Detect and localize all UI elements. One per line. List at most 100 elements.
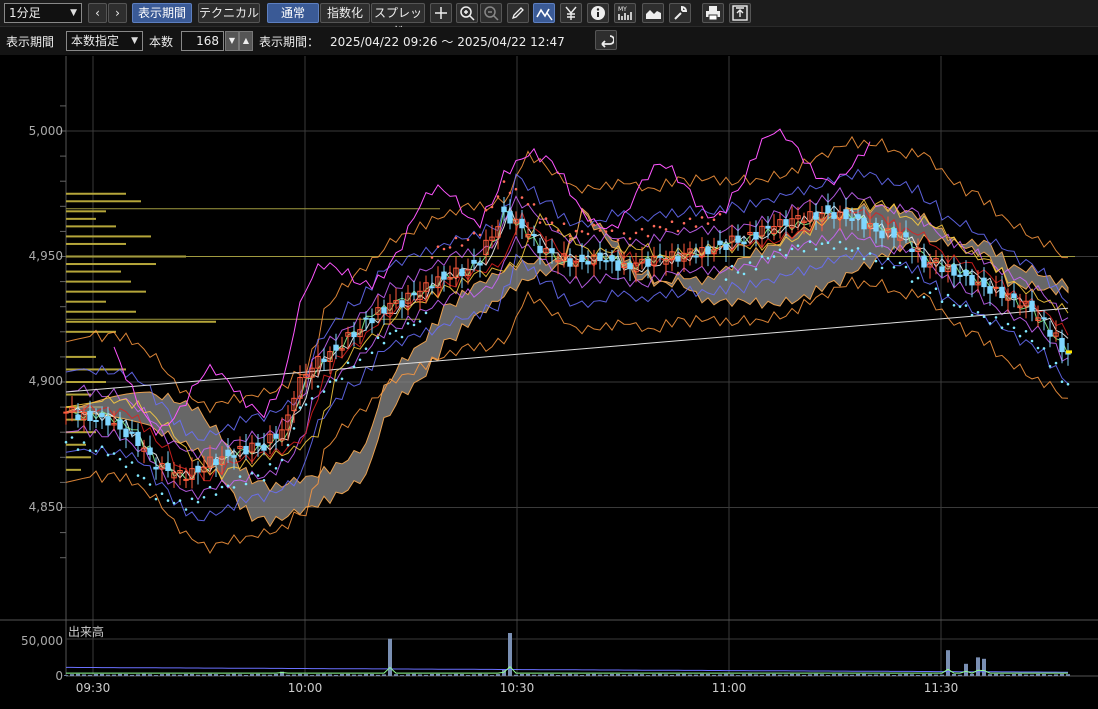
volume-bar — [1000, 674, 1004, 676]
profile-bar — [66, 263, 156, 266]
sar-dot — [766, 257, 770, 260]
volume-bar — [814, 673, 818, 676]
period-button[interactable]: 表示期間 — [132, 3, 192, 23]
candle-body — [579, 254, 585, 263]
sar-dot — [862, 257, 866, 261]
sar-dot — [688, 217, 692, 221]
volume-bar — [190, 673, 194, 676]
sar-dot — [442, 247, 446, 251]
area-chart-button[interactable] — [642, 3, 664, 23]
my-chart-icon: MY — [618, 6, 632, 20]
candle-body — [999, 286, 1005, 299]
crosshair-button[interactable] — [430, 3, 452, 23]
volume-bar — [676, 674, 680, 676]
count-increment-button[interactable]: ▲ — [239, 31, 253, 51]
settings-button[interactable] — [669, 3, 691, 23]
volume-tick-label: 50,000 — [21, 634, 63, 648]
candle-body — [765, 225, 771, 229]
sar-dot — [1006, 322, 1010, 326]
profile-bar — [66, 242, 126, 245]
candle-body — [657, 255, 663, 258]
reset-range-button[interactable] — [595, 30, 617, 50]
volume-bar — [1042, 674, 1046, 676]
volume-bar — [118, 673, 122, 676]
print-button[interactable] — [702, 3, 724, 23]
volume-bar — [172, 674, 176, 676]
sar-dot — [454, 236, 458, 240]
sar-dot — [868, 252, 872, 255]
prev-button[interactable]: ‹ — [88, 3, 107, 23]
price-chart[interactable]: 5,000 4,950 4,900 4,850 出来高 50,000 0 09:… — [0, 56, 1098, 709]
candle-body — [645, 258, 651, 267]
normal-button[interactable]: 通常 — [267, 3, 319, 23]
volume-bar — [364, 673, 368, 676]
volume-bar — [70, 674, 74, 676]
volume-bar — [952, 673, 956, 676]
candle-body — [627, 263, 633, 270]
volume-bar — [820, 674, 824, 676]
sar-dot — [970, 313, 974, 317]
volume-bar — [406, 674, 410, 676]
volume-bar — [274, 673, 278, 676]
sar-dot — [1042, 347, 1046, 350]
sar-dot — [208, 485, 212, 489]
bollinger-lower-line — [65, 276, 1069, 554]
period-mode-select[interactable]: 本数指定 ▼ — [66, 31, 143, 51]
profile-bar — [66, 280, 131, 283]
volume-bar — [376, 674, 380, 676]
export-button[interactable] — [729, 3, 751, 23]
yen-button[interactable] — [560, 3, 582, 23]
candle-body — [585, 261, 591, 265]
zoom-out-button[interactable] — [480, 3, 502, 23]
sar-dot — [958, 305, 962, 308]
sar-dot — [1012, 326, 1016, 330]
sar-dot — [292, 427, 296, 430]
candle-body — [429, 286, 435, 289]
interval-select[interactable]: 1分足 ▼ — [4, 3, 82, 23]
volume-bar — [778, 674, 782, 676]
profile-bar — [66, 217, 96, 220]
volume-bar — [970, 673, 974, 676]
sar-dot — [844, 247, 848, 250]
volume-ma-line — [66, 666, 1068, 673]
next-button[interactable]: › — [108, 3, 127, 23]
volume-bar — [292, 674, 296, 676]
volume-bar — [160, 674, 164, 676]
volume-bar — [454, 673, 458, 676]
candle-body — [861, 217, 867, 230]
range-value: 2025/04/22 09:26 ～ 2025/04/22 12:47 — [330, 35, 565, 49]
volume-bar — [610, 673, 614, 676]
candle-body — [693, 255, 699, 258]
count-input[interactable]: 168 — [181, 31, 224, 51]
volume-bar — [394, 674, 398, 676]
volume-bar — [604, 674, 608, 676]
sar-dot — [790, 247, 794, 251]
sar-dot — [136, 474, 140, 477]
volume-bar — [940, 674, 944, 676]
volume-bar — [700, 673, 704, 676]
zoom-in-button[interactable] — [456, 3, 478, 23]
sar-dot — [742, 272, 746, 276]
sar-dot — [898, 261, 902, 265]
volume-bar — [844, 674, 848, 676]
sar-dot — [94, 449, 98, 453]
trend-cursor-button[interactable] — [533, 3, 555, 23]
candle-body — [783, 219, 789, 226]
sar-dot — [418, 320, 422, 323]
sar-dot — [400, 335, 404, 339]
my-chart-button[interactable]: MY — [614, 3, 636, 23]
pencil-button[interactable] — [507, 3, 529, 23]
volume-bar — [112, 674, 116, 676]
period-label: 表示期間 — [6, 35, 55, 49]
sar-dot — [850, 249, 854, 252]
index-button[interactable]: 指数化 — [320, 3, 370, 23]
volume-bar — [400, 675, 404, 676]
count-decrement-button[interactable]: ▼ — [225, 31, 239, 51]
technical-button[interactable]: テクニカル — [198, 3, 260, 23]
sar-dot — [934, 287, 938, 290]
volume-bar — [724, 673, 728, 676]
info-button[interactable] — [587, 3, 609, 23]
spread-button[interactable]: スプレッド — [371, 3, 425, 38]
profile-bar — [66, 290, 146, 293]
sar-dot — [604, 230, 608, 233]
